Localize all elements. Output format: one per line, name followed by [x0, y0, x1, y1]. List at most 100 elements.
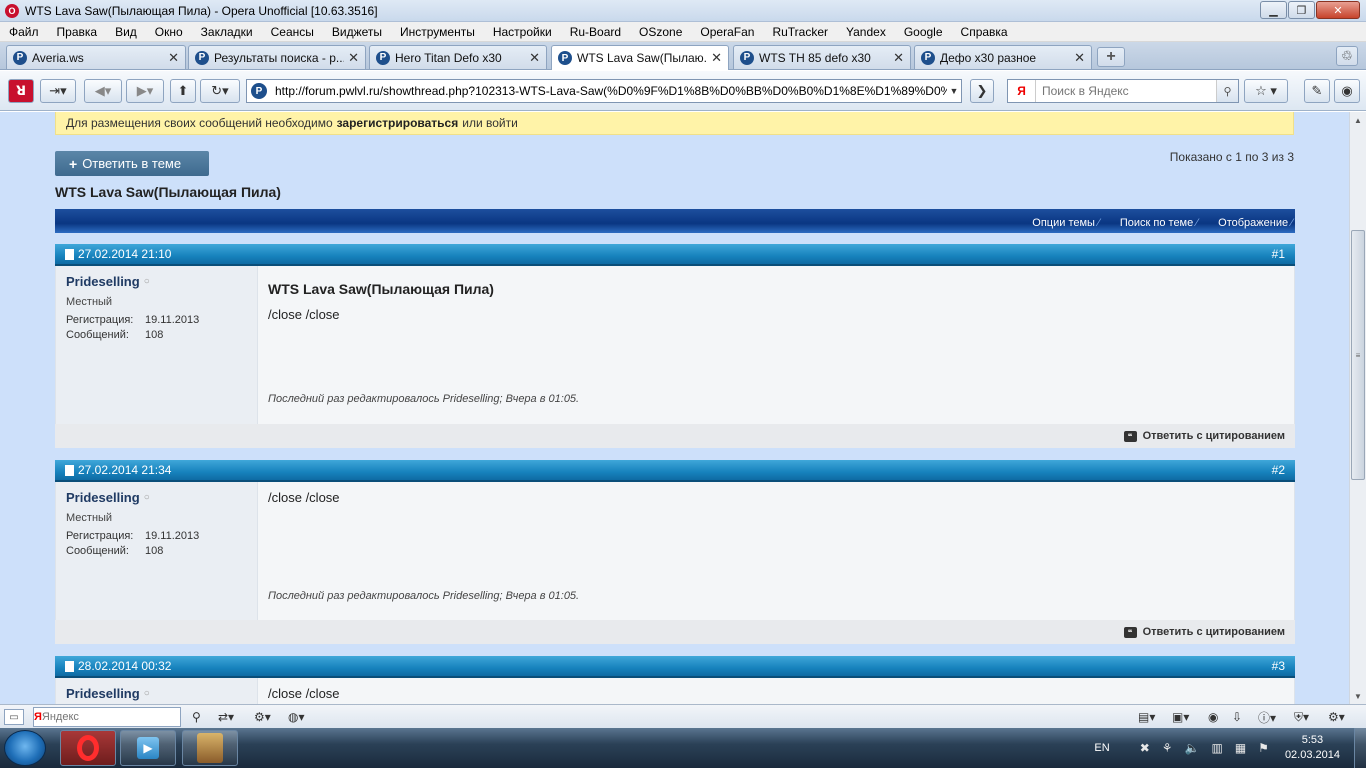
menu-file[interactable]: Файл: [0, 25, 48, 39]
opera-menu-icon[interactable]: ꓤ: [8, 79, 34, 103]
panel-toggle-icon[interactable]: ▭: [4, 709, 24, 725]
taskbar-opera[interactable]: [60, 730, 116, 766]
menu-view[interactable]: Вид: [106, 25, 146, 39]
posts-label: Сообщений:: [66, 329, 129, 341]
downloads-icon[interactable]: ⇩: [1232, 709, 1242, 725]
quote-icon: ❝: [1123, 626, 1137, 638]
taskbar-media-player[interactable]: ▶: [120, 730, 176, 766]
home-up-icon[interactable]: ⬆: [170, 79, 196, 103]
search-input[interactable]: [1036, 84, 1216, 98]
username-link[interactable]: Prideselling: [66, 274, 140, 289]
back-button[interactable]: ◀▾: [84, 79, 122, 103]
view-mode-icon[interactable]: ▤▾: [1138, 709, 1155, 725]
zoom-magnifier-icon[interactable]: ⚲: [192, 709, 201, 725]
display-mode-link[interactable]: Отображение: [1218, 217, 1293, 229]
menu-operafan[interactable]: OperaFan: [691, 25, 763, 39]
menu-help[interactable]: Справка: [952, 25, 1017, 39]
tab-lava-saw[interactable]: P WTS Lava Saw(Пылаю... ✕: [551, 45, 729, 70]
scroll-thumb[interactable]: ≡: [1351, 230, 1365, 480]
forward-button[interactable]: ▶▾: [126, 79, 164, 103]
network-tray-icon[interactable]: ▦: [1235, 741, 1246, 755]
address-dropdown-icon[interactable]: ▼: [947, 86, 961, 96]
username-link[interactable]: Prideselling: [66, 490, 140, 505]
tab-close-icon[interactable]: ✕: [529, 50, 540, 66]
status-search-input[interactable]: [41, 711, 184, 723]
reply-with-quote-link[interactable]: Ответить с цитированием: [1143, 430, 1285, 442]
user-info: Prideselling ○ Местный Регистрация: 19.11.…: [56, 482, 258, 620]
menu-settings[interactable]: Настройки: [484, 25, 561, 39]
close-button[interactable]: ✕: [1316, 1, 1360, 19]
post-number-link[interactable]: #3: [1272, 659, 1285, 673]
closed-tabs-trash-icon[interactable]: ♲: [1336, 46, 1358, 66]
post-number-link[interactable]: #1: [1272, 247, 1285, 261]
address-url[interactable]: http://forum.pwlvl.ru/showthread.php?102…: [275, 84, 947, 98]
address-bar[interactable]: P http://forum.pwlvl.ru/showthread.php?1…: [246, 79, 962, 103]
menu-bookmarks[interactable]: Закладки: [192, 25, 262, 39]
scroll-up-arrow-icon[interactable]: ▲: [1350, 112, 1366, 128]
go-button[interactable]: ❯: [970, 79, 994, 103]
yandex-engine-icon[interactable]: Я: [1008, 80, 1036, 102]
tab-averia[interactable]: P Averia.ws ✕: [6, 45, 186, 69]
username-link[interactable]: Prideselling: [66, 686, 140, 701]
volume-icon[interactable]: 🔈: [1185, 741, 1200, 755]
tab-search-results[interactable]: P Результаты поиска - р... ✕: [188, 45, 366, 69]
menu-widgets[interactable]: Виджеты: [323, 25, 391, 39]
menu-oszone[interactable]: OSzone: [630, 25, 691, 39]
unite-status-icon[interactable]: ◍▾: [288, 709, 305, 725]
tab-close-icon[interactable]: ✕: [168, 50, 179, 66]
tab-defo-x30[interactable]: P Дефо x30 разное ✕: [914, 45, 1092, 69]
search-magnifier-icon[interactable]: ⚲: [1216, 80, 1238, 102]
flag-icon[interactable]: ⚑: [1258, 741, 1269, 755]
bookmark-star-button[interactable]: ☆ ▾: [1244, 79, 1288, 103]
reply-in-thread-button[interactable]: + Ответить в теме: [55, 151, 209, 176]
settings-gear-icon[interactable]: ⚙▾: [1328, 709, 1345, 725]
notice-suffix[interactable]: или войти: [462, 116, 518, 130]
opera-unite-icon[interactable]: ◉: [1334, 79, 1360, 103]
reload-button[interactable]: ↻▾: [200, 79, 240, 103]
search-box[interactable]: Я ⚲: [1007, 79, 1239, 103]
new-tab-button[interactable]: +: [1097, 47, 1125, 67]
tab-close-icon[interactable]: ✕: [711, 50, 722, 66]
info-icon[interactable]: ⓘ▾: [1258, 709, 1276, 725]
security-icon[interactable]: ⛨▾: [1294, 709, 1309, 725]
menu-rutracker[interactable]: RuTracker: [763, 25, 837, 39]
navigation-toolbar: ꓤ ⇥▾ ◀▾ ▶▾ ⬆ ↻▾ P http://forum.pwlvl.ru/…: [0, 71, 1366, 111]
maximize-button[interactable]: ❐: [1288, 1, 1315, 19]
vertical-scrollbar[interactable]: ▲ ≡ ▼: [1349, 112, 1366, 704]
search-thread-link[interactable]: Поиск по теме: [1120, 217, 1198, 229]
menu-ru-board[interactable]: Ru-Board: [561, 25, 630, 39]
language-indicator[interactable]: EN: [1094, 742, 1109, 754]
menu-tools[interactable]: Инструменты: [391, 25, 484, 39]
scroll-down-arrow-icon[interactable]: ▼: [1350, 688, 1366, 704]
tab-close-icon[interactable]: ✕: [893, 50, 904, 66]
start-button[interactable]: [4, 730, 46, 766]
clock[interactable]: 5:53 02.03.2014: [1285, 733, 1340, 763]
tab-th85[interactable]: P WTS TH 85 defo x30 ✕: [733, 45, 911, 69]
register-link[interactable]: зарегистрироваться: [337, 116, 459, 130]
tray-app-icon[interactable]: ✖: [1140, 741, 1150, 755]
turbo-icon[interactable]: ⇄▾: [218, 709, 234, 725]
images-toggle-icon[interactable]: ▣▾: [1172, 709, 1189, 725]
reply-with-quote-link[interactable]: Ответить с цитированием: [1143, 626, 1285, 638]
menu-edit[interactable]: Правка: [48, 25, 107, 39]
post-date: 27.02.2014 21:10: [78, 247, 172, 261]
device-icon[interactable]: ▥: [1211, 741, 1222, 755]
network-icon[interactable]: ⚙▾: [254, 709, 271, 725]
panel-toggle-icon[interactable]: ⇥▾: [40, 79, 76, 103]
post-number-link[interactable]: #2: [1272, 463, 1285, 477]
menu-window[interactable]: Окно: [146, 25, 192, 39]
tray-security-icon[interactable]: ⚘: [1162, 741, 1173, 755]
tab-hero-titan[interactable]: P Hero Titan Defo x30 ✕: [369, 45, 547, 69]
menu-yandex[interactable]: Yandex: [837, 25, 895, 39]
widgets-icon[interactable]: ◉: [1208, 709, 1218, 725]
minimize-button[interactable]: ▁: [1260, 1, 1287, 19]
menu-google[interactable]: Google: [895, 25, 952, 39]
tab-close-icon[interactable]: ✕: [1074, 50, 1085, 66]
menu-sessions[interactable]: Сеансы: [262, 25, 323, 39]
thread-options-link[interactable]: Опции темы: [1032, 217, 1100, 229]
tab-close-icon[interactable]: ✕: [348, 50, 359, 66]
notes-icon[interactable]: ✎: [1304, 79, 1330, 103]
show-desktop-button[interactable]: [1354, 728, 1366, 768]
status-search-box[interactable]: Я: [33, 707, 184, 727]
taskbar-game[interactable]: [182, 730, 238, 766]
